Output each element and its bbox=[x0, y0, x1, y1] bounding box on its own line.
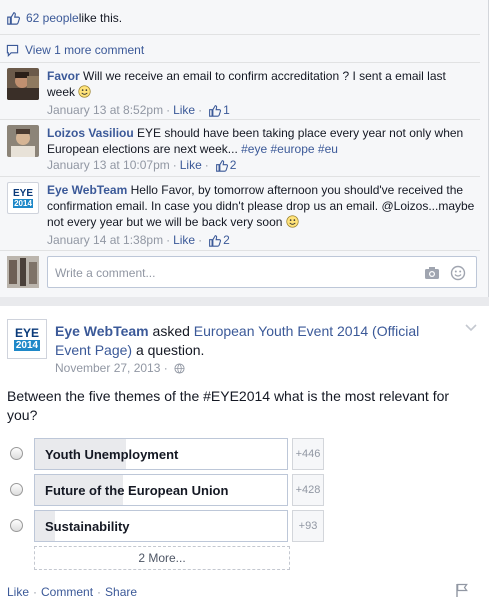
poll-option-label: Youth Unemployment bbox=[45, 447, 179, 462]
thumbs-up-icon bbox=[209, 234, 222, 247]
poll-option-label: Sustainability bbox=[45, 519, 130, 534]
write-comment-row: Write a comment... bbox=[7, 256, 477, 288]
comment-bubble-icon bbox=[6, 44, 19, 57]
question-text: Between the five themes of the #EYE2014 … bbox=[7, 388, 450, 423]
like-button[interactable]: Like bbox=[7, 585, 29, 599]
view-more-comments[interactable]: View 1 more comment bbox=[6, 43, 144, 57]
comment-like-count[interactable]: 2 bbox=[223, 232, 230, 248]
hashtag-link[interactable]: #europe bbox=[271, 142, 315, 156]
flag-icon[interactable] bbox=[455, 583, 469, 597]
logo-text: 2014 bbox=[13, 339, 41, 351]
comment-like-count[interactable]: 1 bbox=[223, 102, 230, 118]
post-suffix: a question. bbox=[132, 342, 205, 358]
avatar[interactable] bbox=[7, 125, 39, 157]
hashtag-link[interactable]: #eu bbox=[318, 142, 338, 156]
poll-option[interactable]: Sustainability +93 bbox=[10, 510, 330, 542]
poll-option[interactable]: Youth Unemployment +446 bbox=[10, 438, 330, 470]
post-timestamp[interactable]: November 27, 2013 · bbox=[55, 361, 168, 375]
comment-author[interactable]: Eye WebTeam bbox=[47, 183, 127, 197]
view-more-comments-link[interactable]: View 1 more comment bbox=[25, 43, 144, 57]
poll-vote-count[interactable]: +446 bbox=[292, 438, 324, 470]
comment-like-count[interactable]: 2 bbox=[230, 157, 237, 173]
comment-author[interactable]: Loizos Vasiliou bbox=[47, 126, 134, 140]
comment-timestamp[interactable]: January 13 at 8:52pm bbox=[47, 102, 163, 118]
likes-count-link[interactable]: 62 people bbox=[26, 11, 79, 25]
comment-like-button[interactable]: Like bbox=[173, 102, 195, 118]
comment-like-button[interactable]: Like bbox=[180, 157, 202, 173]
poll-option[interactable]: Future of the European Union +428 bbox=[10, 474, 330, 506]
chevron-down-icon[interactable] bbox=[465, 324, 477, 332]
divider bbox=[0, 62, 480, 63]
page-logo[interactable]: EYE 2014 bbox=[7, 319, 47, 359]
poll-vote-count[interactable]: +93 bbox=[292, 510, 324, 542]
poll-option-bar[interactable]: Future of the European Union bbox=[34, 474, 288, 506]
poll-option-bar[interactable]: Sustainability bbox=[34, 510, 288, 542]
comment-timestamp[interactable]: January 14 at 1:38pm bbox=[47, 232, 163, 248]
comment-button[interactable]: Comment bbox=[41, 585, 93, 599]
divider bbox=[0, 176, 480, 177]
smiley-icon[interactable] bbox=[450, 265, 466, 281]
logo-text: EYE bbox=[14, 325, 39, 340]
poll-radio[interactable] bbox=[10, 447, 23, 460]
logo-text: 2014 bbox=[13, 198, 33, 208]
page-name-link[interactable]: Eye WebTeam bbox=[55, 323, 149, 339]
question-post: EYE 2014 Eye WebTeam asked European Yout… bbox=[0, 306, 489, 606]
poll-vote-count[interactable]: +428 bbox=[292, 474, 324, 506]
poll-option-bar[interactable]: Youth Unemployment bbox=[34, 438, 288, 470]
comment-text: Will we receive an email to confirm accr… bbox=[47, 69, 446, 99]
post-date: November 27, 2013 · bbox=[55, 361, 185, 375]
divider bbox=[0, 250, 480, 251]
thumbs-up-icon bbox=[209, 104, 222, 117]
thumbs-up-icon bbox=[215, 159, 228, 172]
likes-summary: 62 people like this. bbox=[6, 10, 122, 26]
avatar[interactable]: EYE 2014 bbox=[7, 182, 39, 214]
poll-radio[interactable] bbox=[10, 519, 23, 532]
comment-timestamp[interactable]: January 13 at 10:07pm bbox=[47, 157, 170, 173]
post-header: Eye WebTeam asked European Youth Event 2… bbox=[55, 322, 445, 360]
camera-icon[interactable] bbox=[424, 265, 440, 281]
logo-text: EYE bbox=[12, 187, 33, 199]
avatar[interactable] bbox=[7, 68, 39, 100]
more-options-button[interactable]: 2 More... bbox=[34, 546, 290, 570]
comment-input-placeholder: Write a comment... bbox=[55, 266, 156, 280]
poll-option-label: Future of the European Union bbox=[45, 483, 229, 498]
divider bbox=[0, 119, 480, 120]
hashtag-link[interactable]: #eye bbox=[241, 142, 267, 156]
share-button[interactable]: Share bbox=[105, 585, 137, 599]
comment-like-button[interactable]: Like bbox=[173, 232, 195, 248]
likes-suffix: like this. bbox=[78, 11, 123, 25]
avatar bbox=[7, 256, 39, 288]
divider bbox=[0, 34, 480, 35]
comment-author[interactable]: Favor bbox=[47, 69, 80, 83]
post-verb: asked bbox=[148, 323, 194, 339]
globe-icon bbox=[174, 362, 185, 374]
thumbs-up-icon bbox=[7, 12, 20, 25]
comments-section: 62 people like this. View 1 more comment… bbox=[0, 0, 489, 297]
smiley-icon bbox=[286, 215, 299, 232]
comment-input[interactable]: Write a comment... bbox=[47, 256, 477, 288]
post-actions: Like · Comment · Share bbox=[7, 585, 138, 599]
smiley-icon bbox=[78, 85, 91, 102]
poll-radio[interactable] bbox=[10, 483, 23, 496]
